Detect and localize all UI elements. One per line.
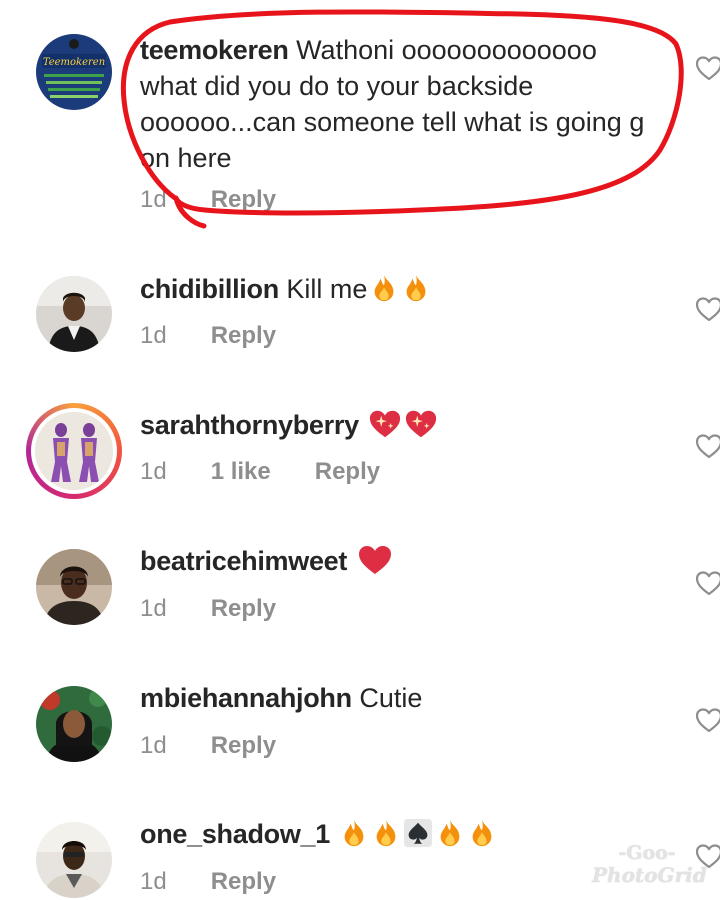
- comment-username[interactable]: mbiehannahjohn: [140, 683, 352, 713]
- reply-button[interactable]: Reply: [211, 868, 276, 896]
- comment-text: Kill me: [278, 274, 368, 304]
- fire-icon: [369, 272, 399, 304]
- reply-button[interactable]: Reply: [211, 322, 276, 350]
- avatar[interactable]: [36, 549, 112, 625]
- comment-body: chidibillion Kill me: [140, 271, 660, 307]
- comment-meta: 1d 1 like Reply: [140, 458, 380, 486]
- comment-meta: 1d Reply: [140, 868, 276, 896]
- comment-time: 1d: [140, 595, 167, 622]
- watermark-line2: PhotoGrid: [592, 863, 707, 887]
- reply-button[interactable]: Reply: [211, 732, 276, 760]
- fire-icon: [435, 817, 465, 849]
- avatar[interactable]: Teemokeren: [36, 34, 112, 110]
- comment-text: Cutie: [351, 683, 423, 713]
- comment-body: teemokeren Wathoni ooooooooooooo what di…: [140, 32, 660, 176]
- comment-username[interactable]: one_shadow_1: [140, 819, 330, 849]
- story-ring-avatar[interactable]: [26, 403, 122, 499]
- comment-time: 1d: [140, 322, 167, 349]
- comments-screen: Teemokeren teemokeren Wathoni oooooooooo…: [0, 0, 720, 900]
- comment-body: beatricehimweet: [140, 543, 660, 579]
- sparkling-heart-icon: [368, 408, 402, 440]
- comment-meta: 1d Reply: [140, 322, 276, 350]
- reply-button[interactable]: Reply: [211, 186, 276, 214]
- fire-icon: [339, 817, 369, 849]
- avatar: [35, 412, 113, 490]
- comment-time: 1d: [140, 868, 167, 895]
- avatar-logo-text: Teemokeren: [43, 57, 105, 68]
- avatar[interactable]: [36, 822, 112, 898]
- reply-button[interactable]: Reply: [211, 595, 276, 623]
- comment-username[interactable]: sarahthornyberry: [140, 410, 359, 440]
- comment-meta: 1d Reply: [140, 595, 276, 623]
- heart-outline-icon[interactable]: [694, 705, 720, 735]
- fire-icon: [401, 272, 431, 304]
- comment-time: 1d: [140, 186, 167, 213]
- red-heart-icon: [357, 544, 393, 576]
- comment-body: mbiehannahjohn Cutie: [140, 680, 660, 716]
- spade-icon: [403, 817, 433, 849]
- comment-meta: 1d Reply: [140, 732, 276, 760]
- reply-button[interactable]: Reply: [315, 458, 380, 486]
- fire-icon: [371, 817, 401, 849]
- sparkling-heart-icon: [404, 408, 438, 440]
- heart-outline-icon[interactable]: [694, 53, 720, 83]
- comment-username[interactable]: beatricehimweet: [140, 546, 347, 576]
- comment-time: 1d: [140, 732, 167, 759]
- comment-body: one_shadow_1: [140, 816, 660, 852]
- watermark-line1: -Goo-: [618, 842, 676, 864]
- heart-outline-icon[interactable]: [694, 294, 720, 324]
- fire-icon: [467, 817, 497, 849]
- comment-time: 1d: [140, 458, 167, 485]
- likes-count[interactable]: 1 like: [211, 458, 271, 486]
- avatar[interactable]: [36, 276, 112, 352]
- comment-username[interactable]: teemokeren: [140, 35, 289, 65]
- heart-outline-icon[interactable]: [694, 431, 720, 461]
- comment-body: sarahthornyberry: [140, 407, 660, 443]
- comment-username[interactable]: chidibillion: [140, 274, 279, 304]
- avatar[interactable]: [36, 686, 112, 762]
- photogrid-watermark: -Goo- PhotoGrid: [592, 842, 707, 887]
- comment-meta: 1d Reply: [140, 186, 276, 214]
- heart-outline-icon[interactable]: [694, 568, 720, 598]
